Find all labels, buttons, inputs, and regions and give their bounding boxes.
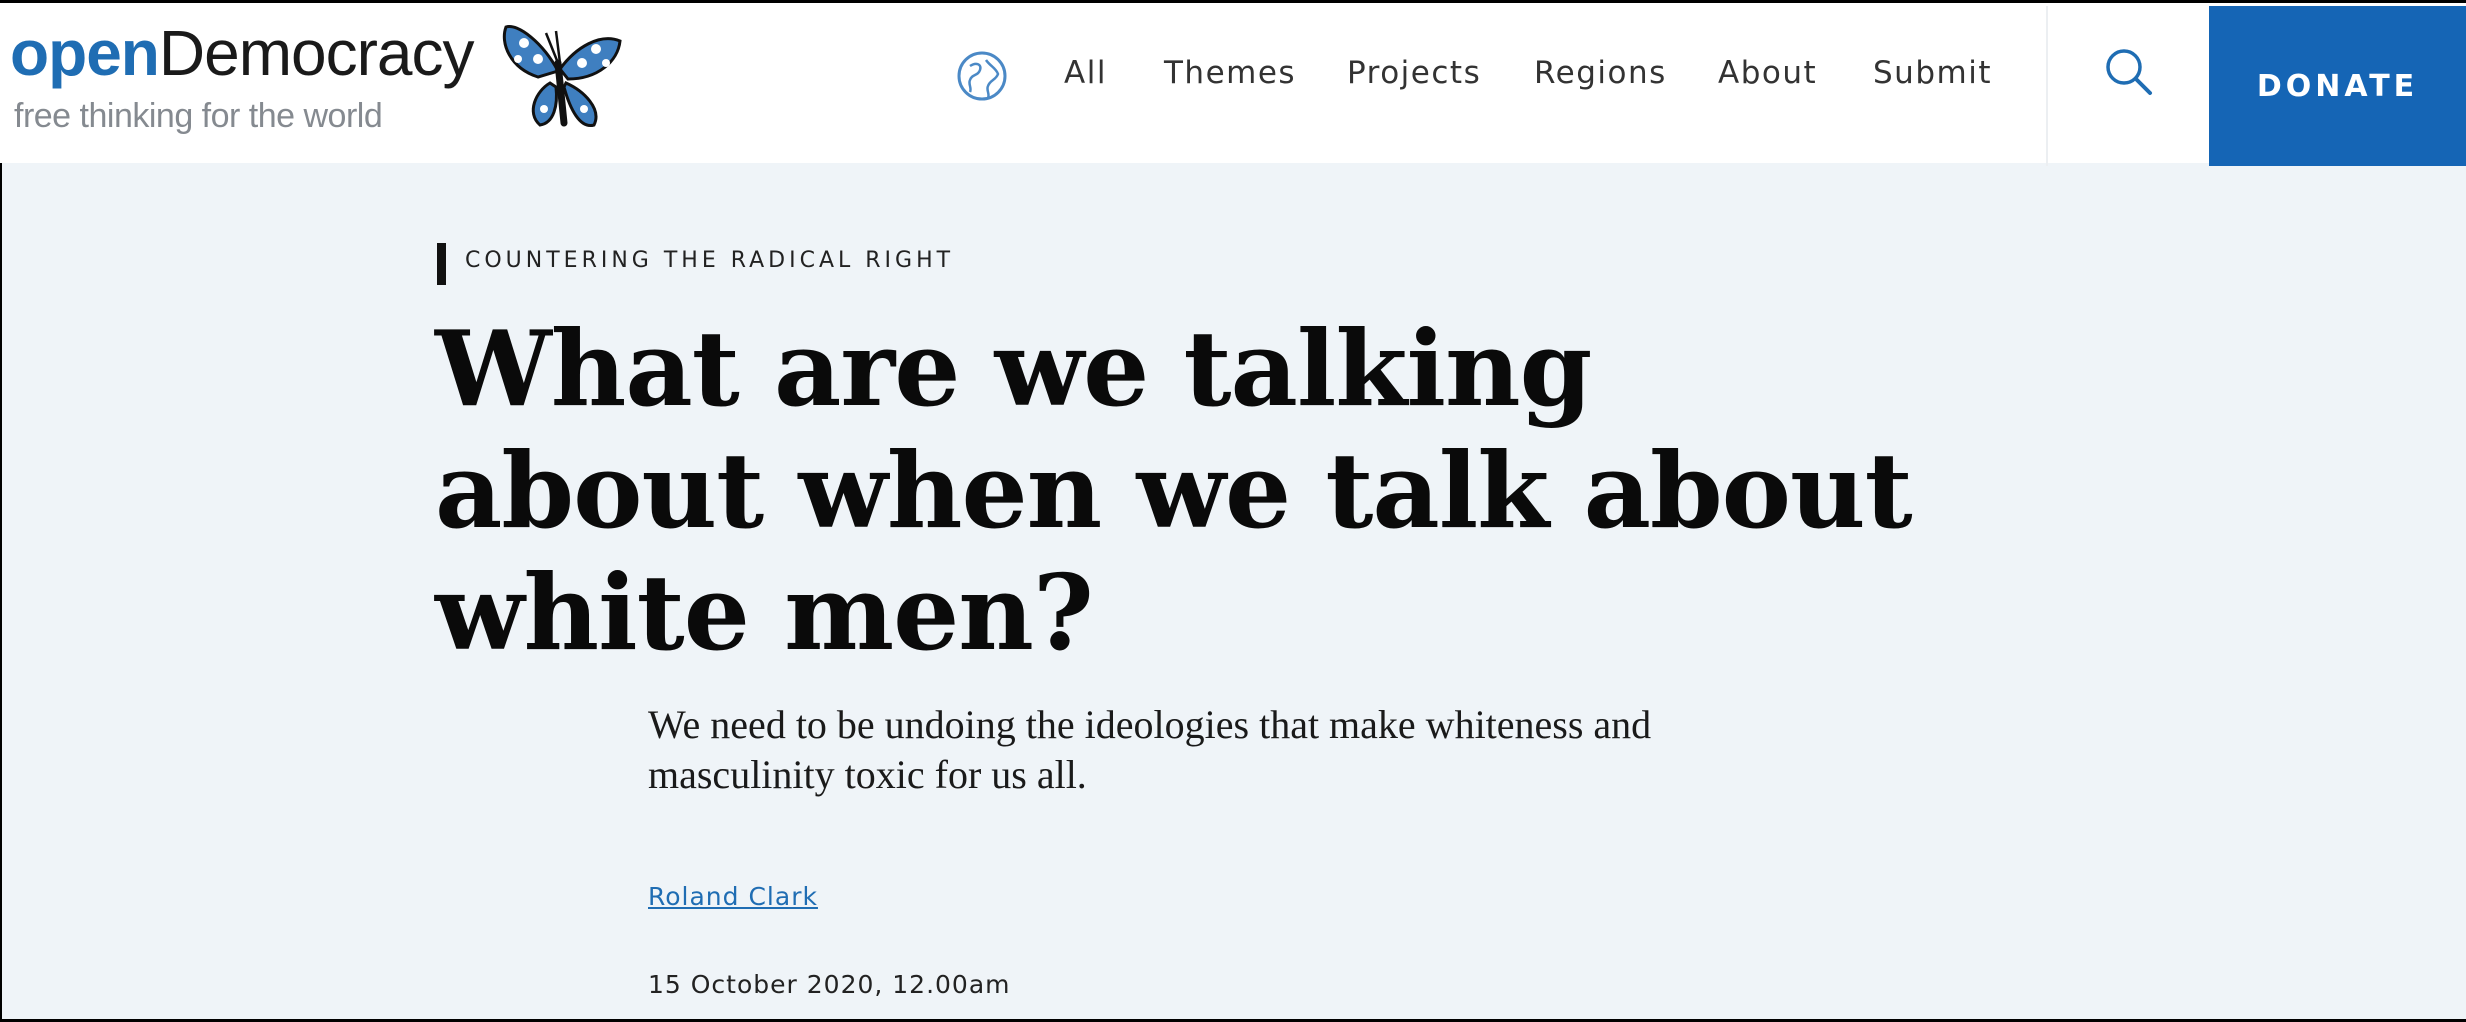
butterfly-icon xyxy=(502,25,622,127)
donate-button[interactable]: DONATE xyxy=(2209,6,2466,166)
nav-about[interactable]: About xyxy=(1718,55,1817,91)
author-link[interactable]: Roland Clark xyxy=(648,882,818,911)
nav-themes[interactable]: Themes xyxy=(1164,55,1296,91)
nav-projects[interactable]: Projects xyxy=(1347,55,1481,91)
section-kicker[interactable]: COUNTERING THE RADICAL RIGHT xyxy=(465,248,954,273)
logo-tagline: free thinking for the world xyxy=(14,97,383,135)
site-header: openDemocracy free thinking for the worl… xyxy=(0,3,2466,166)
site-logo[interactable]: openDemocracy free thinking for the worl… xyxy=(10,13,630,143)
publish-date: 15 October 2020, 12.00am xyxy=(648,970,1011,999)
header-divider xyxy=(2046,6,2048,166)
article-standfirst: We need to be undoing the ideologies tha… xyxy=(648,702,1652,797)
search-icon[interactable] xyxy=(2100,43,2158,101)
nav-submit[interactable]: Submit xyxy=(1873,55,1992,91)
kicker-bar xyxy=(437,243,446,285)
logo-word-democracy: Democracy xyxy=(158,17,475,89)
nav-regions[interactable]: Regions xyxy=(1534,55,1667,91)
logo-wordmark: openDemocracy xyxy=(10,13,474,93)
logo-word-open: open xyxy=(10,17,160,89)
article-headline: What are we talking about when we talk a… xyxy=(435,307,1913,674)
globe-icon[interactable] xyxy=(956,50,1008,102)
nav-all[interactable]: All xyxy=(1064,55,1107,91)
